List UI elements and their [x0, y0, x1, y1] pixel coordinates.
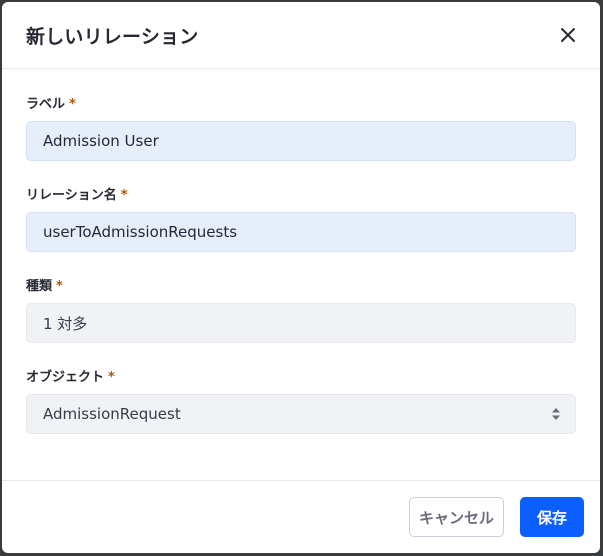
modal-footer: キャンセル 保存 [2, 480, 600, 553]
cancel-button[interactable]: キャンセル [409, 497, 504, 537]
new-relation-modal: 新しいリレーション ラベル * Admission User リレーション名 * u… [2, 2, 600, 553]
caret-double-icon [551, 407, 561, 421]
relation-name-field-label: リレーション名 * [26, 188, 128, 203]
required-mark: * [120, 188, 128, 203]
object-select-value: AdmissionRequest [43, 405, 181, 423]
label-field-label: ラベル * [26, 97, 76, 112]
type-input: 1 対多 [26, 303, 576, 343]
required-mark: * [56, 279, 63, 294]
required-mark: * [69, 97, 76, 112]
label-input[interactable]: Admission User [26, 121, 576, 161]
type-form-group: 種類 * 1 対多 [26, 252, 576, 343]
save-button[interactable]: 保存 [520, 497, 584, 537]
relation-name-form-group: リレーション名 * userToAdmissionRequests [26, 161, 576, 252]
label-form-group: ラベル * Admission User [26, 69, 576, 161]
relation-name-input-value: userToAdmissionRequests [43, 223, 238, 241]
object-field-label: オブジェクト * [26, 370, 115, 385]
modal-title: 新しいリレーション [26, 25, 199, 48]
close-button[interactable] [554, 21, 582, 49]
close-icon [561, 28, 575, 42]
required-mark: * [108, 370, 115, 385]
modal-body: ラベル * Admission User リレーション名 * userToAdmis… [2, 69, 600, 434]
object-select[interactable]: AdmissionRequest [26, 394, 576, 434]
type-field-label: 種類 * [26, 279, 63, 294]
object-form-group: オブジェクト * AdmissionRequest [26, 343, 576, 434]
type-input-value: 1 対多 [43, 314, 88, 333]
modal-header: 新しいリレーション [2, 2, 600, 69]
relation-name-input[interactable]: userToAdmissionRequests [26, 212, 576, 252]
label-input-value: Admission User [43, 132, 159, 150]
